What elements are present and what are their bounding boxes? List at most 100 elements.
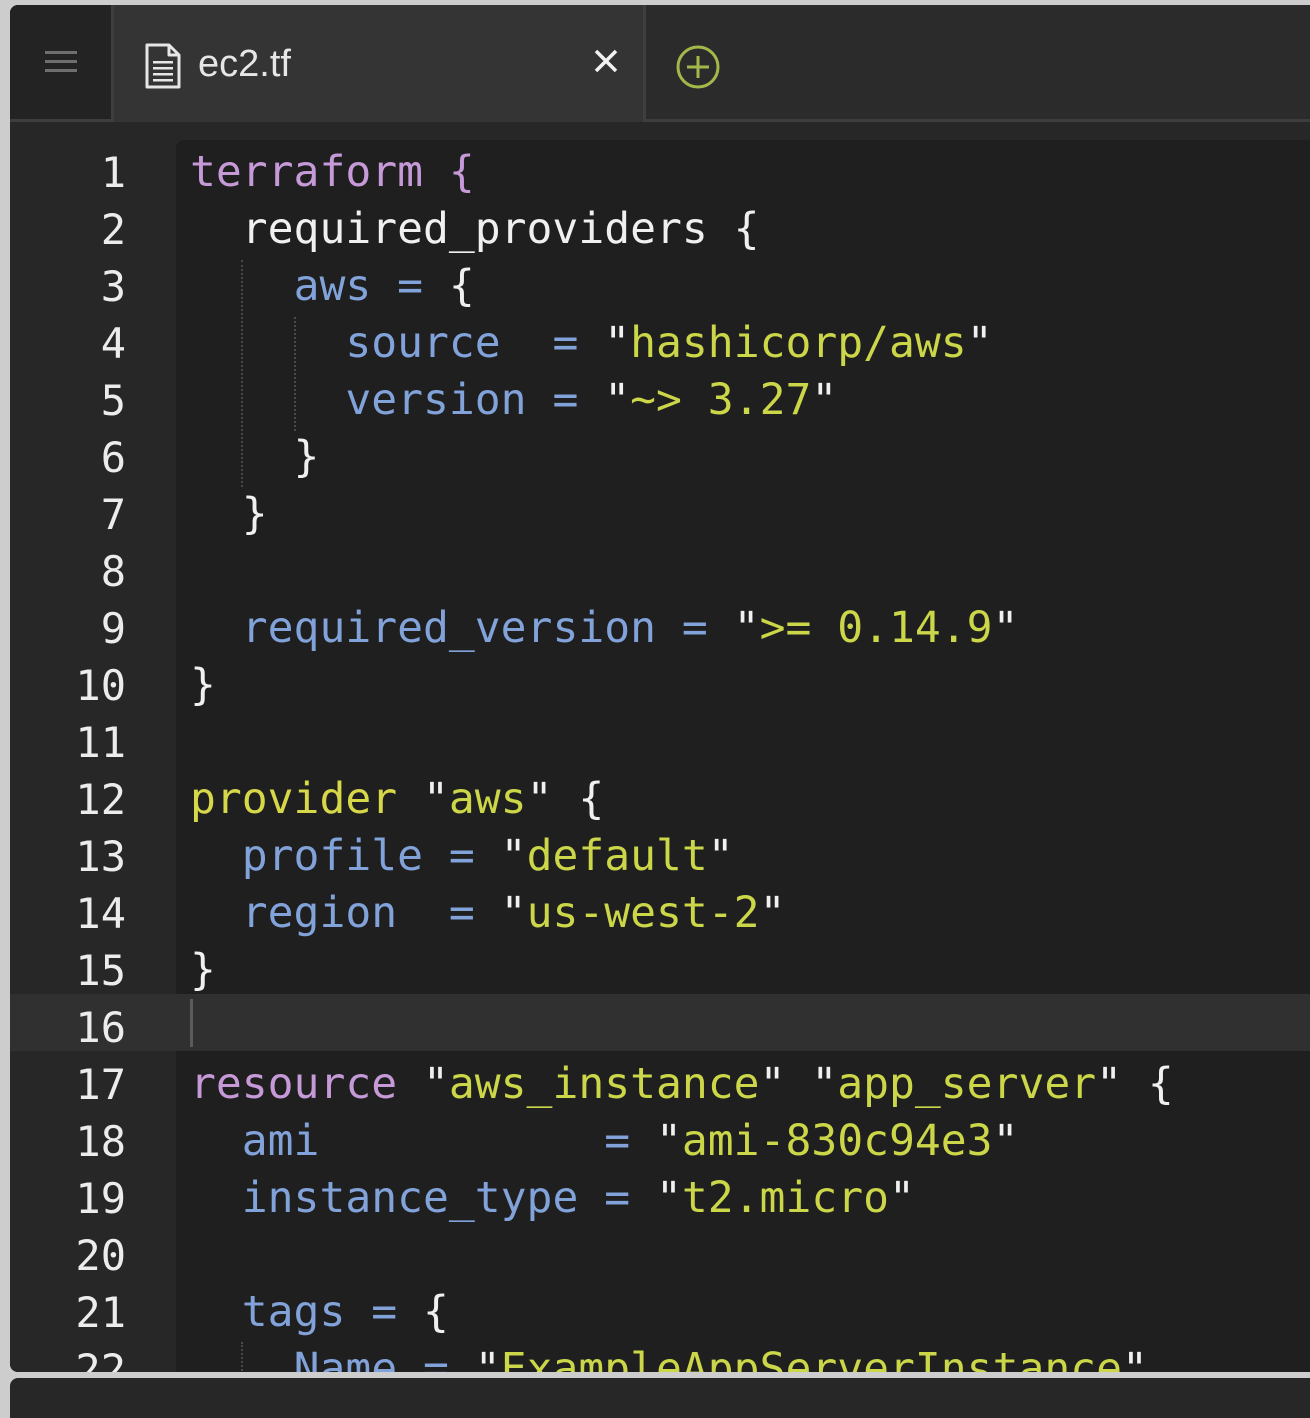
code-line[interactable]: 22 Name = "ExampleAppServerInstance": [10, 1341, 1310, 1372]
code-text: }: [190, 942, 216, 999]
line-number: 19: [75, 1174, 126, 1223]
code-token: version: [345, 375, 527, 425]
code-line[interactable]: 11: [10, 714, 1310, 771]
code-text: provider "aws" {: [190, 771, 604, 828]
code-token: ami: [241, 1116, 320, 1166]
code-line[interactable]: 9 required_version = ">= 0.14.9": [10, 600, 1310, 657]
code-token: ": [992, 603, 1019, 653]
code-token: =: [423, 1344, 449, 1372]
code-token: us-west-2: [526, 888, 760, 938]
line-number: 8: [100, 547, 126, 596]
code-text: aws = {: [190, 258, 475, 315]
code-line[interactable]: 10}: [10, 657, 1310, 714]
code-line[interactable]: 17 resource "aws_instance" "app_server" {: [10, 1056, 1310, 1113]
text-cursor: [190, 999, 193, 1047]
line-number: 5: [100, 376, 126, 425]
code-line[interactable]: 15}: [10, 942, 1310, 999]
menu-button[interactable]: [10, 5, 114, 119]
close-icon[interactable]: [592, 47, 620, 75]
code-token: {: [397, 1287, 449, 1337]
code-line[interactable]: 20: [10, 1227, 1310, 1284]
code-token: Name: [293, 1344, 398, 1372]
editor-window: ec2.tf 1 terraform {2 required_providers …: [10, 5, 1310, 1372]
code-line[interactable]: 16: [10, 999, 1310, 1056]
code-line[interactable]: 12 provider "aws" {: [10, 771, 1310, 828]
code-token: " {: [1096, 1059, 1174, 1109]
code-line[interactable]: 6 }: [10, 429, 1310, 486]
line-number: 3: [100, 262, 126, 311]
code-token: ~> 3.27: [630, 375, 812, 425]
code-token: required_version: [241, 603, 656, 653]
line-number: 13: [75, 832, 126, 881]
tab-bar: ec2.tf: [10, 5, 1310, 122]
code-text: Name = "ExampleAppServerInstance": [190, 1341, 1148, 1372]
code-token: default: [526, 831, 708, 881]
code-line[interactable]: 5 version = "~> 3.27": [10, 372, 1310, 429]
code-line[interactable]: 4 source = "hashicorp/aws": [10, 315, 1310, 372]
code-token: provider: [190, 774, 398, 824]
code-token: =: [552, 318, 579, 368]
code-token: tags: [241, 1287, 346, 1337]
code-token: {: [423, 261, 475, 311]
line-number: 10: [75, 661, 126, 710]
tab-label: ec2.tf: [198, 43, 291, 85]
code-line[interactable]: 14 region = "us-west-2": [10, 885, 1310, 942]
code-token: }: [190, 945, 216, 995]
code-token: =: [397, 261, 424, 311]
code-token: ": [630, 1173, 682, 1223]
code-line[interactable]: 7 }: [10, 486, 1310, 543]
code-token: ": [474, 888, 527, 938]
plus-circle-icon[interactable]: [674, 43, 722, 91]
line-number: 2: [100, 205, 126, 254]
code-line[interactable]: 1 terraform {: [10, 144, 1310, 201]
code-token: terraform: [190, 147, 423, 197]
code-line[interactable]: 8: [10, 543, 1310, 600]
code-text: tags = {: [190, 1284, 449, 1341]
code-token: t2.micro: [681, 1173, 889, 1223]
line-number: 14: [75, 889, 126, 938]
line-number: 6: [100, 433, 126, 482]
line-number: 12: [75, 775, 126, 824]
code-token: aws: [448, 774, 527, 824]
code-token: ": [707, 831, 734, 881]
line-number: 1: [100, 148, 126, 197]
code-token: {: [448, 147, 475, 197]
code-line[interactable]: 13 profile = "default": [10, 828, 1310, 885]
code-text: required_providers {: [190, 201, 760, 258]
code-token: aws_instance: [448, 1059, 760, 1109]
code-token: ": [397, 1059, 449, 1109]
line-number: 15: [75, 946, 126, 995]
code-line[interactable]: 2 required_providers {: [10, 201, 1310, 258]
line-number: 4: [100, 319, 126, 368]
code-line[interactable]: 19 instance_type = "t2.micro": [10, 1170, 1310, 1227]
code-line[interactable]: 18 ami = "ami-830c94e3": [10, 1113, 1310, 1170]
code-token: =: [604, 1173, 631, 1223]
code-line[interactable]: 21 tags = {: [10, 1284, 1310, 1341]
code-text: terraform {: [190, 144, 475, 201]
code-token: ": [992, 1116, 1019, 1166]
code-token: " {: [526, 774, 605, 824]
code-token: aws: [293, 261, 372, 311]
code-line[interactable]: 3 aws = {: [10, 258, 1310, 315]
code-text: instance_type = "t2.micro": [190, 1170, 915, 1227]
code-editor[interactable]: 1 terraform {2 required_providers {3 aws …: [10, 122, 1310, 1372]
code-text: version = "~> 3.27": [190, 372, 837, 429]
code-token: app_server: [837, 1059, 1097, 1109]
code-token: =: [448, 831, 475, 881]
hamburger-menu-icon: [44, 51, 77, 72]
tab-ec2-tf[interactable]: ec2.tf: [114, 5, 646, 122]
bottom-panel: [10, 1378, 1310, 1418]
line-number: 22: [75, 1345, 126, 1372]
code-token: }: [190, 432, 320, 482]
